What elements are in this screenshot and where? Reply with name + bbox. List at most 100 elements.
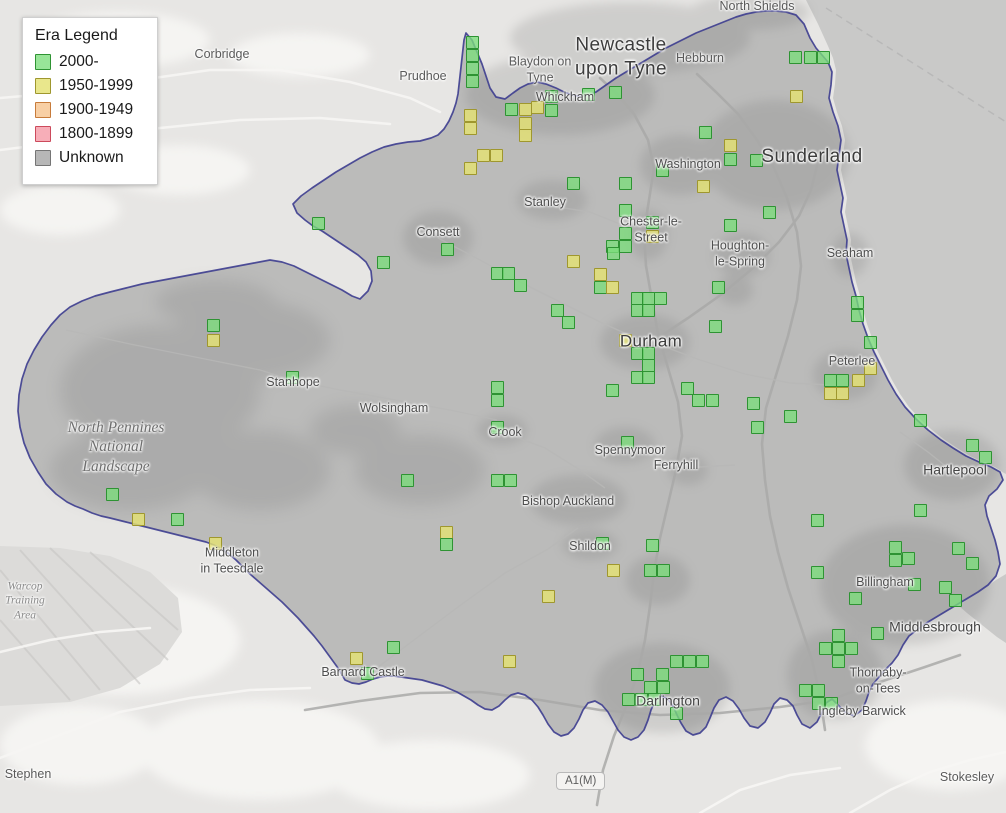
era-marker[interactable]	[620, 435, 634, 449]
era-marker[interactable]	[465, 61, 479, 75]
era-marker[interactable]	[844, 641, 858, 655]
era-marker[interactable]	[653, 291, 667, 305]
era-marker[interactable]	[656, 680, 670, 694]
era-marker[interactable]	[965, 556, 979, 570]
era-marker[interactable]	[645, 538, 659, 552]
era-marker[interactable]	[948, 593, 962, 607]
era-marker[interactable]	[530, 100, 544, 114]
era-marker[interactable]	[463, 161, 477, 175]
era-marker[interactable]	[647, 692, 661, 706]
era-marker[interactable]	[749, 153, 763, 167]
era-marker[interactable]	[723, 138, 737, 152]
era-marker[interactable]	[502, 654, 516, 668]
era-marker[interactable]	[965, 438, 979, 452]
era-marker[interactable]	[641, 346, 655, 360]
era-marker[interactable]	[105, 487, 119, 501]
era-marker[interactable]	[655, 667, 669, 681]
era-marker[interactable]	[824, 696, 838, 710]
era-marker[interactable]	[746, 396, 760, 410]
era-marker[interactable]	[641, 358, 655, 372]
era-marker[interactable]	[641, 291, 655, 305]
era-marker[interactable]	[850, 308, 864, 322]
era-marker[interactable]	[206, 333, 220, 347]
era-marker[interactable]	[440, 242, 454, 256]
era-marker[interactable]	[789, 89, 803, 103]
era-marker[interactable]	[208, 536, 222, 550]
era-marker[interactable]	[618, 203, 632, 217]
era-marker[interactable]	[810, 513, 824, 527]
era-marker[interactable]	[783, 409, 797, 423]
era-marker[interactable]	[566, 254, 580, 268]
era-marker[interactable]	[606, 246, 620, 260]
era-marker[interactable]	[798, 683, 812, 697]
era-marker[interactable]	[901, 551, 915, 565]
era-marker[interactable]	[400, 473, 414, 487]
era-marker[interactable]	[888, 553, 902, 567]
era-marker[interactable]	[811, 683, 825, 697]
era-marker[interactable]	[823, 386, 837, 400]
era-marker[interactable]	[131, 512, 145, 526]
era-marker[interactable]	[206, 318, 220, 332]
era-marker[interactable]	[541, 589, 555, 603]
era-marker[interactable]	[723, 218, 737, 232]
era-marker[interactable]	[518, 116, 532, 130]
era-marker[interactable]	[490, 473, 504, 487]
era-marker[interactable]	[476, 148, 490, 162]
era-marker[interactable]	[723, 152, 737, 166]
era-marker[interactable]	[561, 315, 575, 329]
era-marker[interactable]	[634, 692, 648, 706]
era-marker[interactable]	[850, 295, 864, 309]
era-marker[interactable]	[386, 640, 400, 654]
era-marker[interactable]	[831, 641, 845, 655]
era-marker[interactable]	[463, 121, 477, 135]
era-marker[interactable]	[788, 50, 802, 64]
era-marker[interactable]	[831, 654, 845, 668]
era-marker[interactable]	[810, 565, 824, 579]
era-marker[interactable]	[465, 35, 479, 49]
era-marker[interactable]	[695, 654, 709, 668]
era-marker[interactable]	[490, 380, 504, 394]
era-marker[interactable]	[606, 563, 620, 577]
era-marker[interactable]	[490, 420, 504, 434]
era-marker[interactable]	[907, 577, 921, 591]
era-marker[interactable]	[544, 89, 558, 103]
era-marker[interactable]	[913, 503, 927, 517]
map-canvas[interactable]: HexhamCorbridgePrudhoeNorth ShieldsNewca…	[0, 0, 1006, 813]
era-marker[interactable]	[360, 666, 374, 680]
era-marker[interactable]	[823, 373, 837, 387]
era-marker[interactable]	[645, 229, 659, 243]
era-marker[interactable]	[463, 108, 477, 122]
era-marker[interactable]	[621, 692, 635, 706]
era-marker[interactable]	[863, 361, 877, 375]
era-marker[interactable]	[504, 102, 518, 116]
era-marker[interactable]	[762, 205, 776, 219]
era-marker[interactable]	[593, 280, 607, 294]
era-marker[interactable]	[811, 696, 825, 710]
era-marker[interactable]	[376, 255, 390, 269]
era-marker[interactable]	[349, 651, 363, 665]
era-marker[interactable]	[618, 239, 632, 253]
era-marker[interactable]	[605, 280, 619, 294]
era-marker[interactable]	[803, 50, 817, 64]
era-marker[interactable]	[913, 413, 927, 427]
era-marker[interactable]	[863, 335, 877, 349]
era-marker[interactable]	[656, 563, 670, 577]
era-marker[interactable]	[630, 667, 644, 681]
era-marker[interactable]	[851, 373, 865, 387]
era-marker[interactable]	[978, 450, 992, 464]
era-marker[interactable]	[643, 680, 657, 694]
era-marker[interactable]	[618, 333, 632, 347]
era-marker[interactable]	[835, 373, 849, 387]
era-marker[interactable]	[503, 473, 517, 487]
era-marker[interactable]	[581, 87, 595, 101]
era-marker[interactable]	[439, 537, 453, 551]
era-marker[interactable]	[669, 706, 683, 720]
era-marker[interactable]	[618, 226, 632, 240]
era-marker[interactable]	[501, 266, 515, 280]
era-marker[interactable]	[888, 540, 902, 554]
era-marker[interactable]	[831, 628, 845, 642]
era-marker[interactable]	[595, 536, 609, 550]
era-marker[interactable]	[698, 125, 712, 139]
era-marker[interactable]	[705, 393, 719, 407]
era-marker[interactable]	[439, 525, 453, 539]
